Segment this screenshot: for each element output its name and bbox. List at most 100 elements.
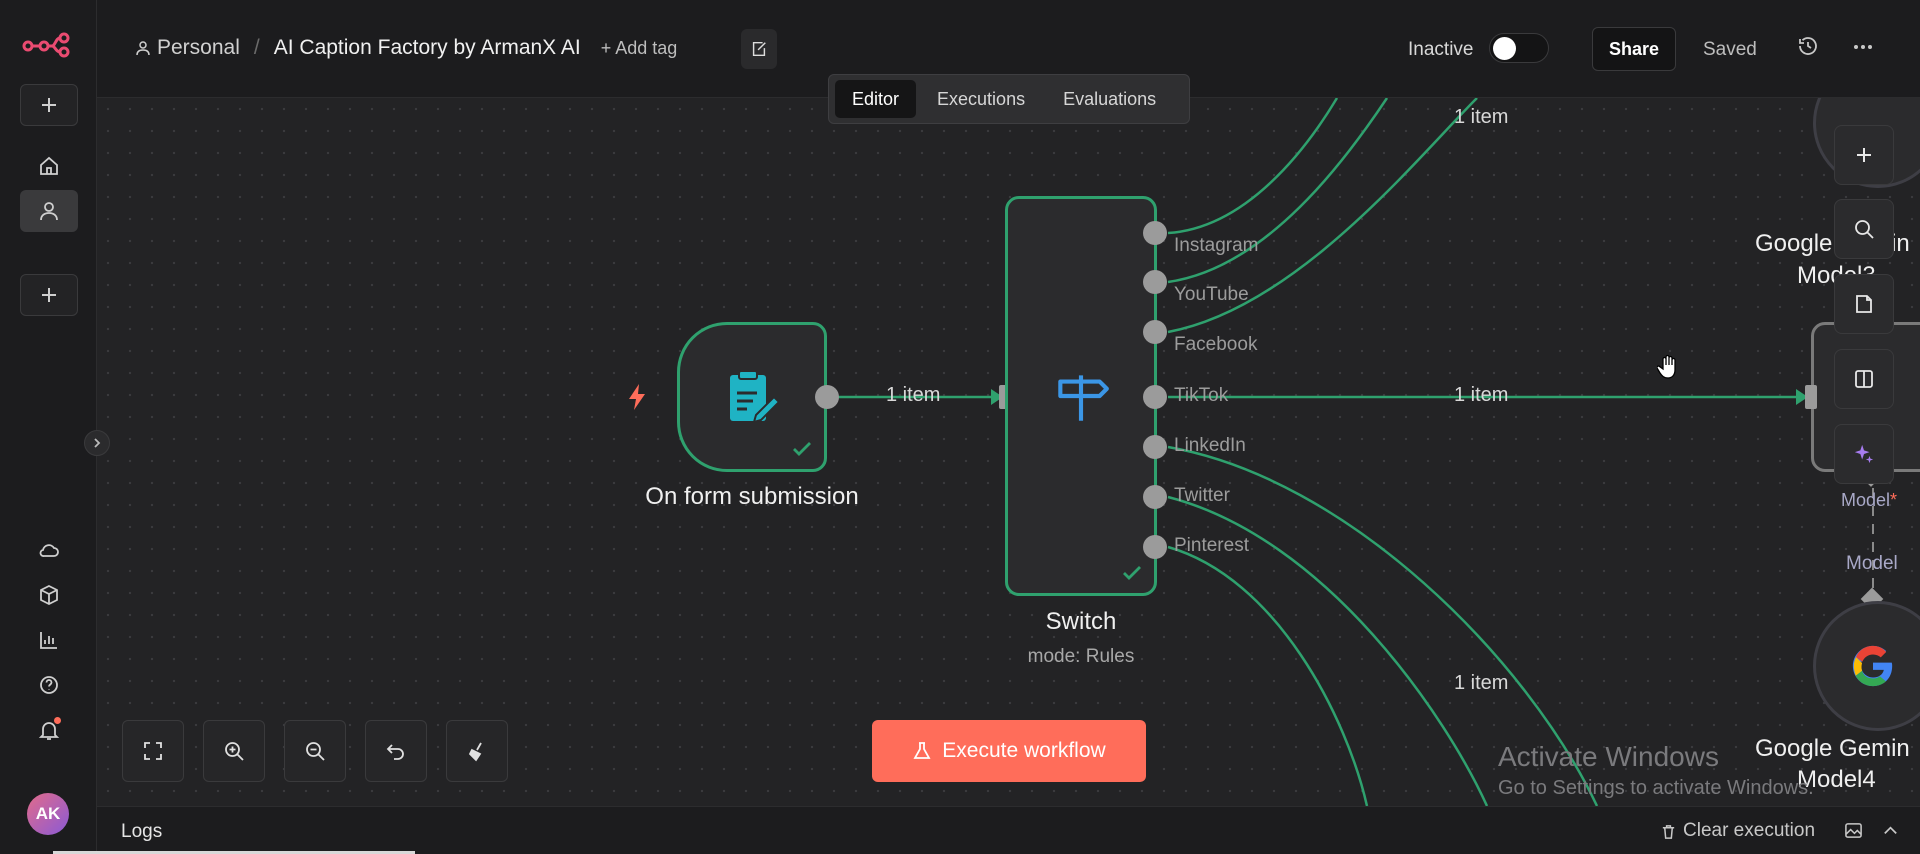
execute-workflow-button[interactable]: Execute workflow: [872, 720, 1146, 782]
avatar[interactable]: AK: [27, 793, 69, 835]
clear-execution-label: Clear execution: [1683, 820, 1816, 841]
search-icon: [1855, 220, 1874, 239]
chevron-right-icon: [94, 438, 101, 448]
node-label-switch: Switch: [1045, 608, 1117, 635]
toggle-panel-button[interactable]: [1834, 349, 1894, 409]
sticky-note-icon: [1856, 295, 1872, 313]
search-nodes-button[interactable]: [1834, 199, 1894, 259]
cloud-icon: [39, 544, 59, 557]
active-toggle[interactable]: [1489, 33, 1549, 63]
sidebar-item-cloud[interactable]: [20, 529, 78, 571]
port-label-twitter: Twitter: [1174, 485, 1230, 506]
port-label-youtube: YouTube: [1174, 284, 1249, 305]
node-label-form: On form submission: [645, 483, 859, 510]
workflow-canvas[interactable]: On form submission 1 item Switch mode: R…: [97, 98, 1920, 806]
history-icon: [1799, 37, 1817, 55]
breadcrumb-separator: /: [253, 36, 260, 59]
workflow-name[interactable]: AI Caption Factory by ArmanX AI: [274, 36, 581, 60]
zoom-in-button[interactable]: [203, 720, 265, 782]
add-tag-button[interactable]: + Add tag: [601, 38, 678, 59]
zoom-in-icon: [225, 742, 244, 761]
port-label-facebook: Facebook: [1174, 334, 1258, 355]
user-icon: [40, 202, 58, 221]
tab-editor[interactable]: Editor: [835, 80, 917, 118]
panel-icon: [1855, 370, 1873, 388]
ai-assistant-button[interactable]: [1834, 424, 1894, 484]
fit-view-button[interactable]: [122, 720, 184, 782]
breadcrumb-project[interactable]: Personal: [157, 36, 240, 60]
zoom-out-button[interactable]: [284, 720, 346, 782]
sidebar-item-insights[interactable]: [20, 619, 78, 661]
broom-icon: [468, 742, 482, 762]
model-label: Model: [1846, 553, 1898, 574]
avatar-initials: AK: [35, 804, 61, 823]
node-label-gemini4-line1: Google Gemin: [1755, 735, 1910, 762]
logs-panel[interactable]: Logs Clear execution: [53, 806, 1920, 854]
output-port-twitter[interactable]: [1143, 485, 1167, 509]
output-port[interactable]: [815, 385, 839, 409]
notification-dot: [54, 717, 61, 724]
model-label-required: Model*: [1841, 490, 1897, 511]
chevron-up-icon: [1884, 826, 1897, 834]
edit-description-button[interactable]: [741, 29, 777, 69]
output-port-linkedin[interactable]: [1143, 435, 1167, 459]
trash-icon: [1662, 824, 1675, 839]
share-button[interactable]: Share: [1592, 27, 1676, 71]
add-node-button[interactable]: [1834, 125, 1894, 185]
google-icon: [1852, 645, 1893, 687]
collapse-logs-button[interactable]: [1881, 821, 1900, 845]
active-status-label: Inactive: [1408, 39, 1474, 60]
sidebar-item-templates[interactable]: [20, 574, 78, 616]
node-switch[interactable]: [1005, 196, 1157, 596]
execute-workflow-label: Execute workflow: [942, 739, 1106, 762]
popout-logs-button[interactable]: [1844, 821, 1863, 845]
zoom-out-icon: [306, 742, 325, 761]
more-horizontal-icon: [1854, 45, 1872, 49]
tab-executions[interactable]: Executions: [920, 80, 1042, 118]
node-on-form-submission[interactable]: [677, 322, 827, 472]
toggle-knob: [1493, 37, 1516, 60]
history-button[interactable]: [1797, 35, 1819, 62]
port-label-instagram: Instagram: [1174, 235, 1259, 256]
create-button[interactable]: [20, 84, 78, 126]
sidebar-item-home[interactable]: [20, 145, 78, 187]
sidebar-item-notifications[interactable]: [20, 709, 78, 751]
signpost-icon: [1058, 375, 1109, 421]
activate-windows-subtitle: Go to Settings to activate Windows.: [1498, 777, 1814, 799]
edit-note-icon: [752, 41, 766, 57]
view-tabs: Editor Executions Evaluations: [828, 74, 1190, 124]
tab-evaluations[interactable]: Evaluations: [1046, 80, 1173, 118]
edge-label-bottom: 1 item: [1454, 672, 1509, 694]
edge-label-form-switch: 1 item: [886, 384, 941, 406]
port-label-tiktok: TikTok: [1174, 385, 1229, 406]
sidebar-expand-button[interactable]: [84, 430, 110, 456]
sidebar-item-personal[interactable]: [20, 190, 78, 232]
more-options-button[interactable]: [1852, 36, 1874, 63]
image-icon: [1845, 823, 1862, 838]
required-mark: *: [1890, 490, 1898, 510]
output-port-facebook[interactable]: [1143, 320, 1167, 344]
box-icon: [40, 584, 58, 606]
sparkles-icon: [1854, 444, 1874, 464]
output-port-instagram[interactable]: [1143, 221, 1167, 245]
n8n-logo[interactable]: [22, 32, 70, 58]
sidebar-item-help[interactable]: [20, 664, 78, 706]
output-port-youtube[interactable]: [1143, 270, 1167, 294]
tidy-up-button[interactable]: [446, 720, 508, 782]
home-icon: [40, 156, 58, 175]
undo-button[interactable]: [365, 720, 427, 782]
output-port-tiktok[interactable]: [1143, 385, 1167, 409]
node-subtitle-switch: mode: Rules: [1027, 646, 1135, 667]
connection-pinterest: [1167, 545, 1369, 806]
port-label-pinterest: Pinterest: [1174, 535, 1249, 556]
bar-chart-icon: [40, 632, 57, 649]
trigger-bolt-icon: [627, 384, 647, 415]
output-port-pinterest[interactable]: [1143, 535, 1167, 559]
fullscreen-icon: [144, 742, 162, 760]
clear-execution-button[interactable]: Clear execution: [1660, 820, 1815, 842]
edge-label-top: 1 item: [1454, 106, 1509, 128]
add-project-button[interactable]: [20, 274, 78, 316]
input-port[interactable]: [1805, 385, 1817, 409]
add-sticky-note-button[interactable]: [1834, 274, 1894, 334]
flask-icon: [913, 742, 931, 759]
